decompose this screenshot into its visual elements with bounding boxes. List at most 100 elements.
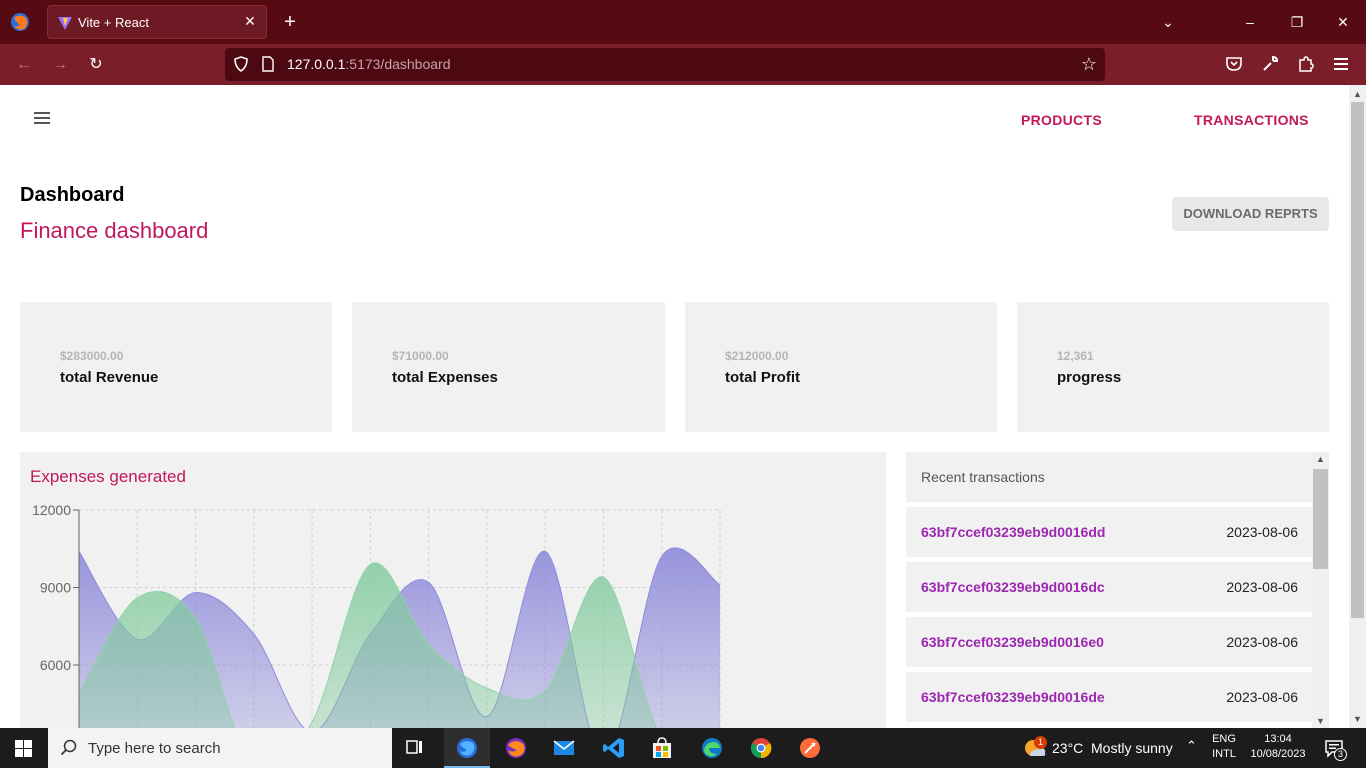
keyboard-layout: INTL — [1212, 748, 1236, 760]
taskbar-mail-button[interactable] — [541, 728, 587, 768]
transaction-id[interactable]: 63bf7ccef03239eb9d0016dd — [921, 524, 1105, 540]
vscode-icon — [603, 738, 624, 758]
bookmark-star-icon[interactable]: ☆ — [1081, 54, 1097, 75]
forward-icon[interactable]: → — [48, 53, 72, 77]
reload-icon[interactable]: ↻ — [84, 53, 108, 77]
show-hidden-icons-chevron-icon[interactable]: ⌃ — [1186, 738, 1197, 754]
stat-label: total Expenses — [392, 369, 498, 386]
taskbar-edge-button[interactable] — [689, 728, 735, 768]
transaction-date: 2023-08-06 — [1226, 524, 1298, 540]
transaction-date: 2023-08-06 — [1226, 689, 1298, 705]
weather-temperature[interactable]: 23°C — [1052, 740, 1083, 756]
url-text[interactable]: 127.0.0.1:5173/dashboard — [287, 56, 450, 72]
url-path: :5173/dashboard — [345, 56, 451, 72]
scroll-thumb[interactable] — [1313, 469, 1328, 569]
stat-card-revenue: $283000.00 total Revenue — [20, 302, 332, 432]
hamburger-menu-icon[interactable] — [34, 112, 50, 126]
taskbar-firefox-button[interactable] — [493, 728, 539, 768]
menu-icon[interactable] — [1333, 56, 1349, 72]
y-tick-label: 9000 — [40, 580, 71, 596]
windows-taskbar: Type here to search 1 23°C Mostly sunny … — [0, 728, 1366, 768]
microsoft-store-icon — [653, 737, 671, 758]
page-scrollbar[interactable]: ▲ ▼ — [1349, 85, 1366, 728]
stat-value: 12,361 — [1057, 349, 1094, 363]
browser-toolbar: ← → ↻ 127.0.0.1:5173/dashboard ☆ — [0, 44, 1366, 85]
weather-description[interactable]: Mostly sunny — [1091, 740, 1173, 756]
chrome-icon — [750, 738, 772, 759]
minimize-icon[interactable]: – — [1238, 10, 1262, 34]
transaction-row[interactable]: 63bf7ccef03239eb9d0016de 2023-08-06 — [906, 672, 1312, 722]
notification-count-badge: 3 — [1334, 748, 1347, 761]
page-scroll-down-icon[interactable]: ▼ — [1349, 712, 1366, 726]
postman-icon — [800, 738, 820, 758]
page-info-icon[interactable] — [261, 56, 275, 72]
transaction-date: 2023-08-06 — [1226, 634, 1298, 650]
stat-card-progress: 12,361 progress — [1017, 302, 1329, 432]
transactions-scrollbar[interactable]: ▲ ▼ — [1312, 452, 1329, 728]
restore-icon[interactable]: ❐ — [1285, 10, 1309, 34]
stat-value: $71000.00 — [392, 349, 449, 363]
chart-areas — [78, 547, 721, 728]
nav-link-products[interactable]: PRODUCTS — [1021, 112, 1102, 128]
clock[interactable]: 13:04 10/08/2023 — [1244, 733, 1312, 760]
expenses-chart-card: Expenses generated 12000 9000 6000 — [20, 452, 886, 728]
language-code: ENG — [1212, 733, 1236, 745]
transaction-date: 2023-08-06 — [1226, 579, 1298, 595]
edge-icon — [702, 738, 722, 758]
tab-list-chevron-icon[interactable]: ⌄ — [1156, 10, 1180, 34]
task-view-button[interactable] — [393, 728, 439, 768]
vite-favicon-icon — [58, 17, 72, 30]
dashboard-content: Dashboard Finance dashboard DOWNLOAD REP… — [0, 154, 1349, 728]
transaction-id[interactable]: 63bf7ccef03239eb9d0016e0 — [921, 634, 1104, 650]
scroll-up-arrow-icon[interactable]: ▲ — [1312, 452, 1329, 466]
taskbar-chrome-button[interactable] — [738, 728, 784, 768]
nav-link-transactions[interactable]: TRANSACTIONS — [1194, 112, 1309, 128]
close-window-icon[interactable]: ✕ — [1331, 10, 1355, 34]
stat-label: total Profit — [725, 369, 800, 386]
stat-card-expenses: $71000.00 total Expenses — [352, 302, 665, 432]
close-tab-icon[interactable]: ✕ — [242, 13, 258, 29]
taskbar-vscode-button[interactable] — [591, 728, 637, 768]
weather-badge: 1 — [1034, 736, 1047, 749]
back-icon[interactable]: ← — [12, 53, 36, 77]
page-subtitle: Finance dashboard — [20, 218, 209, 243]
extensions-icon[interactable] — [1297, 55, 1315, 73]
scroll-down-arrow-icon[interactable]: ▼ — [1312, 714, 1329, 728]
taskbar-firefox-dev-button[interactable] — [444, 728, 490, 768]
wrench-icon[interactable] — [1261, 55, 1279, 73]
recent-transactions-card: Recent transactions 63bf7ccef03239eb9d00… — [906, 452, 1329, 728]
expenses-area-chart: 12000 9000 6000 — [32, 502, 721, 728]
transaction-id[interactable]: 63bf7ccef03239eb9d0016dc — [921, 579, 1105, 595]
transaction-row[interactable]: 63bf7ccef03239eb9d0016e0 2023-08-06 — [906, 617, 1312, 667]
stat-value: $283000.00 — [60, 349, 124, 363]
firefox-menu-icon[interactable] — [10, 12, 30, 32]
chart-y-axis: 12000 9000 6000 — [32, 502, 80, 728]
language-indicator[interactable]: ENG INTL — [1208, 733, 1240, 760]
stat-card-profit: $212000.00 total Profit — [685, 302, 997, 432]
taskbar-postman-button[interactable] — [787, 728, 833, 768]
transaction-row[interactable]: 63bf7ccef03239eb9d0016dd 2023-08-06 — [906, 507, 1312, 557]
page-title: Dashboard — [20, 184, 125, 206]
windows-start-icon[interactable] — [15, 740, 32, 757]
transactions-header-label: Recent transactions — [921, 469, 1045, 485]
browser-tab-bar: Vite + React ✕ + ⌄ – ❐ ✕ — [0, 0, 1366, 44]
transaction-id[interactable]: 63bf7ccef03239eb9d0016de — [921, 689, 1105, 705]
taskbar-search-box[interactable]: Type here to search — [48, 728, 392, 768]
taskbar-store-button[interactable] — [639, 728, 685, 768]
pocket-icon[interactable] — [1225, 55, 1243, 73]
clock-time: 13:04 — [1264, 733, 1292, 745]
page-scroll-up-icon[interactable]: ▲ — [1349, 87, 1366, 101]
stat-label: total Revenue — [60, 369, 159, 386]
download-reports-button[interactable]: DOWNLOAD REPRTS — [1172, 197, 1329, 231]
search-placeholder: Type here to search — [88, 740, 221, 757]
transactions-header: Recent transactions — [906, 452, 1312, 502]
browser-tab[interactable]: Vite + React ✕ — [47, 5, 267, 39]
page-scroll-thumb[interactable] — [1351, 102, 1364, 618]
task-view-icon — [406, 740, 422, 754]
new-tab-icon[interactable]: + — [280, 10, 300, 34]
tracking-shield-icon[interactable] — [233, 56, 249, 72]
url-bar[interactable]: 127.0.0.1:5173/dashboard ☆ — [225, 48, 1105, 81]
stat-value: $212000.00 — [725, 349, 789, 363]
transaction-row[interactable]: 63bf7ccef03239eb9d0016dc 2023-08-06 — [906, 562, 1312, 612]
stat-label: progress — [1057, 369, 1122, 386]
